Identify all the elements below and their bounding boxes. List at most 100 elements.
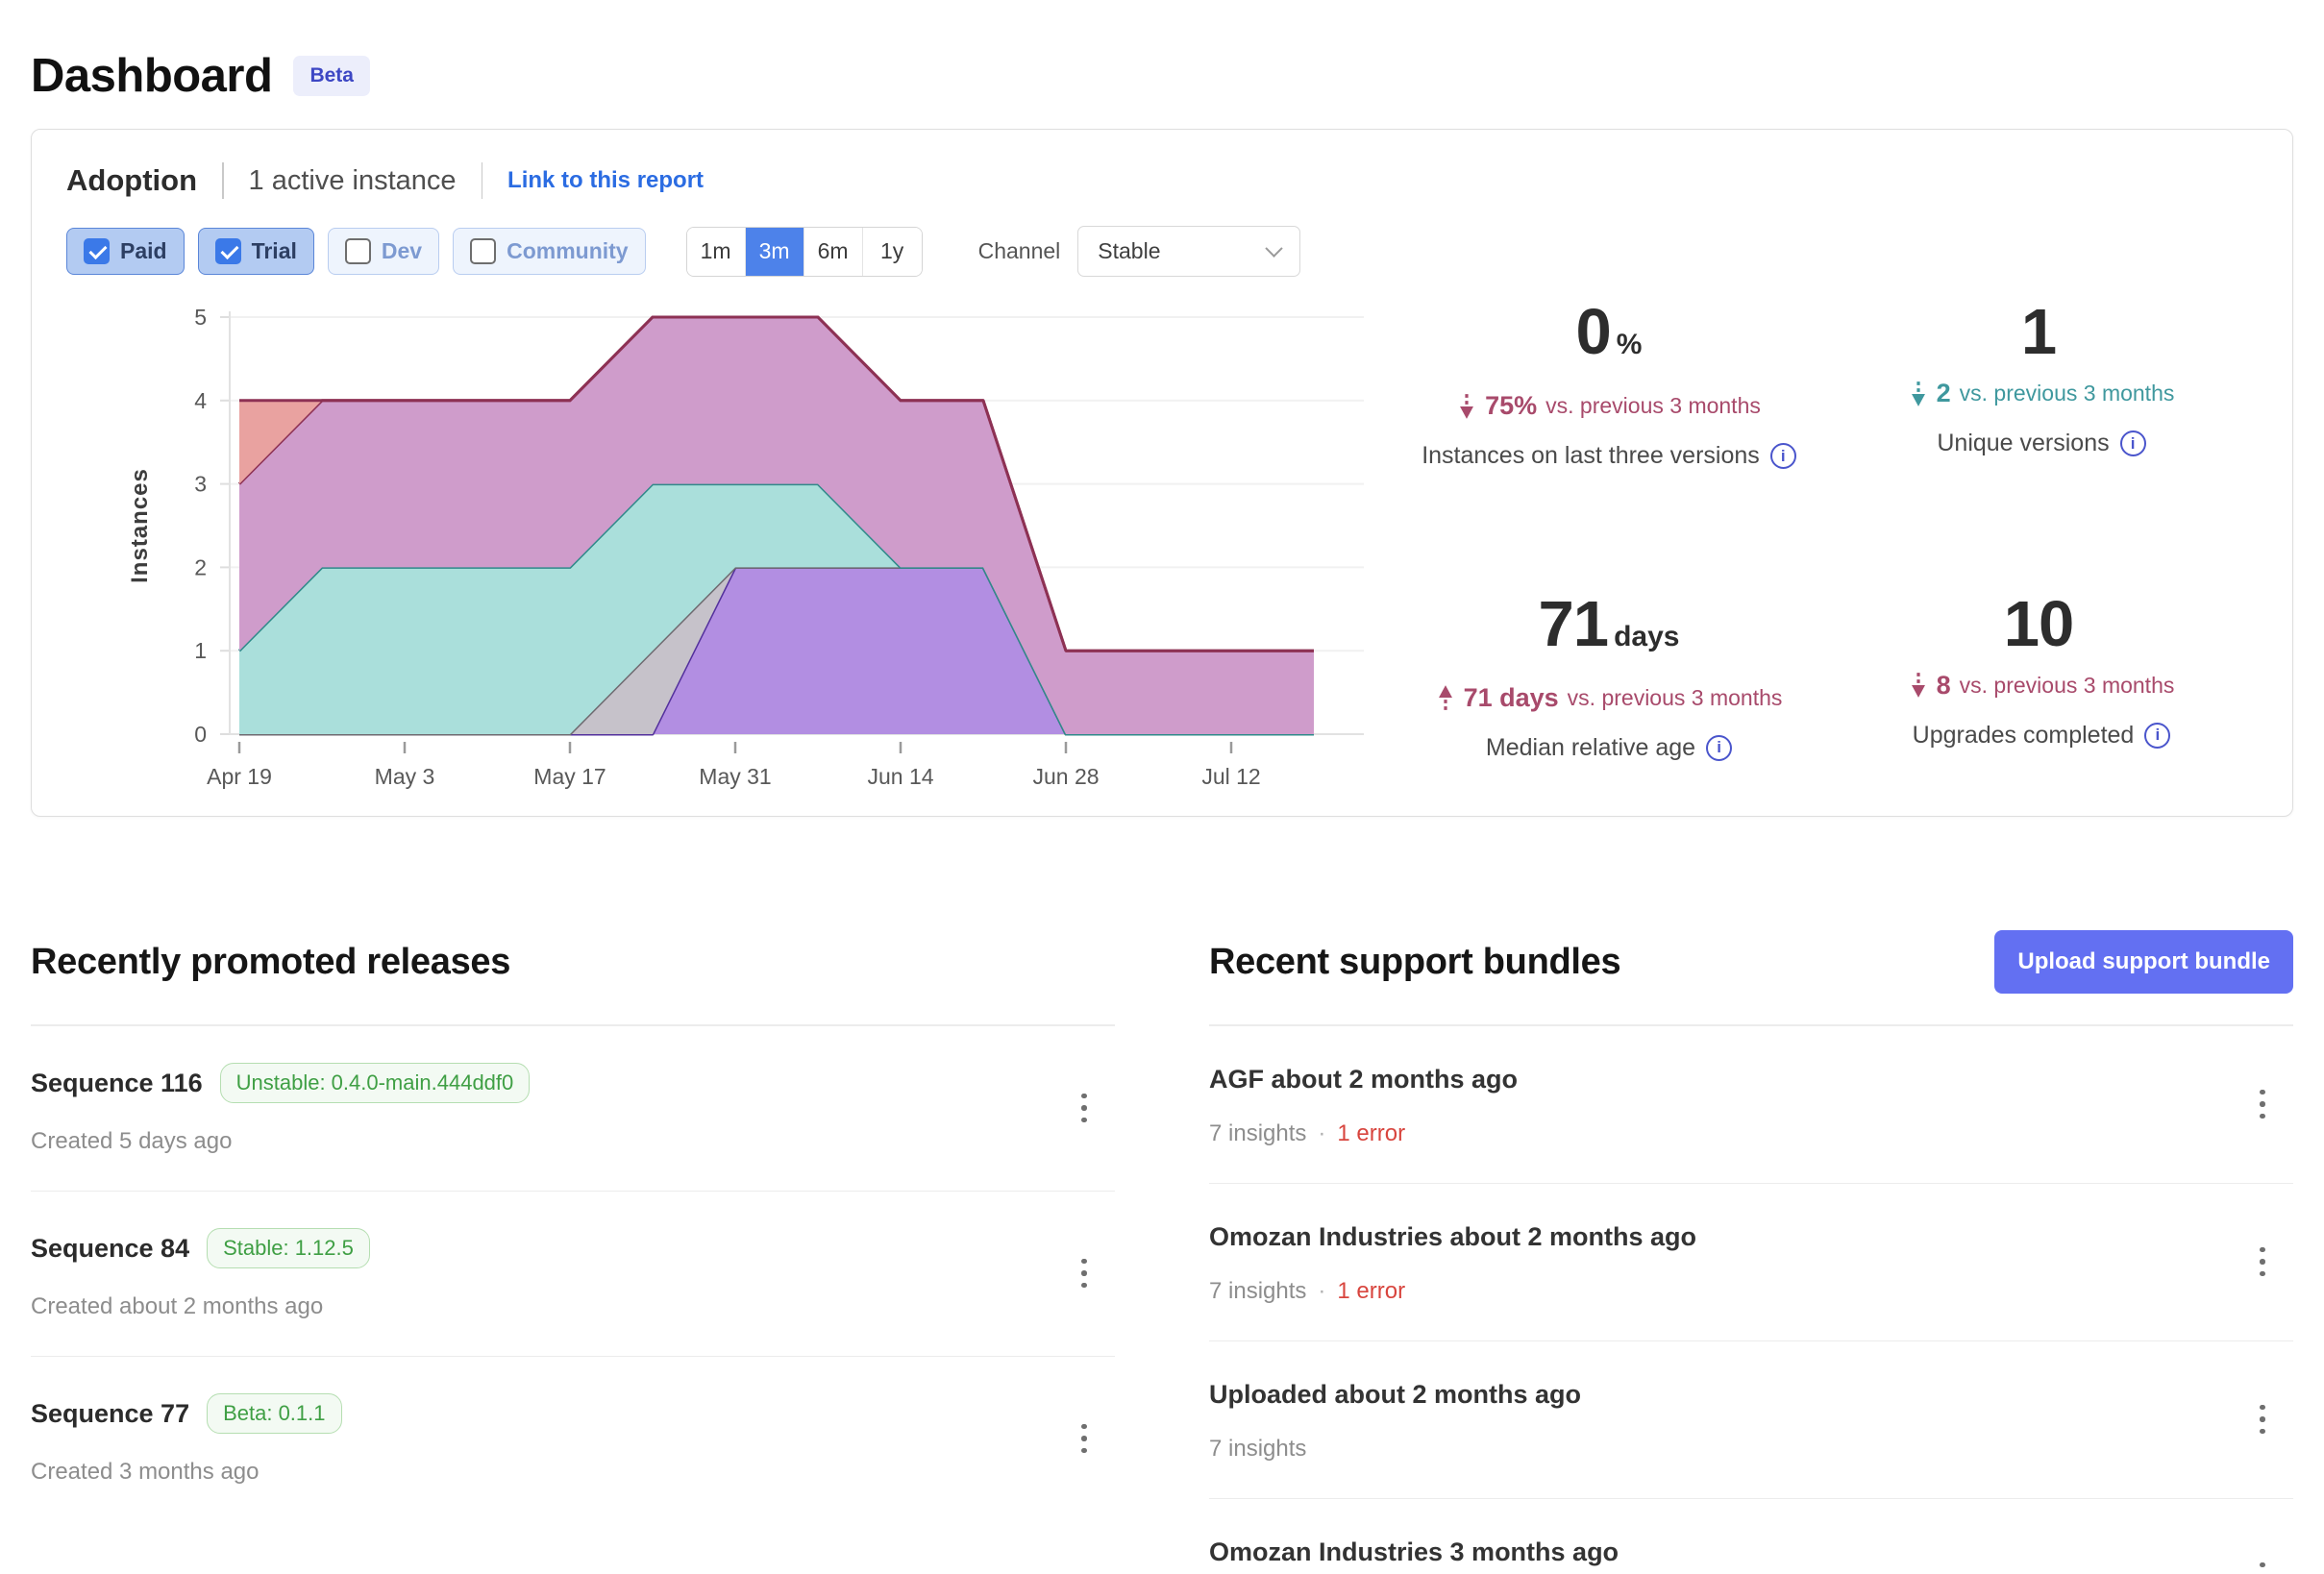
stat-delta: 2vs. previous 3 months (1825, 379, 2258, 408)
stat-value: 71days (1393, 590, 1825, 672)
stat-delta: 8vs. previous 3 months (1825, 671, 2258, 701)
filter-chip-dev[interactable]: Dev (328, 228, 439, 275)
link-to-report[interactable]: Link to this report (507, 167, 704, 194)
adoption-chart-area: 012345Apr 19May 3May 17May 31Jun 14Jun 2… (66, 290, 1393, 799)
filter-chip-community[interactable]: Community (453, 228, 646, 275)
bundles-header: Recent support bundles Upload support bu… (1209, 930, 2293, 994)
filter-chip-label: Community (507, 238, 629, 264)
filter-chip-label: Paid (120, 238, 167, 264)
bundle-error-wrap: ·1 error (1306, 1278, 1405, 1305)
filter-chip-trial[interactable]: Trial (198, 228, 314, 275)
release-version-badge: Stable: 1.12.5 (207, 1228, 370, 1268)
adoption-chart: 012345Apr 19May 3May 17May 31Jun 14Jun 2… (66, 290, 1393, 794)
channel-select[interactable]: Stable (1077, 226, 1300, 277)
release-created: Created 5 days ago (31, 1128, 1115, 1155)
bundle-error-wrap: ·1 error (1306, 1120, 1405, 1147)
page-title: Dashboard (31, 49, 272, 103)
checkbox-icon (470, 238, 496, 264)
stat-delta: 71 daysvs. previous 3 months (1393, 683, 1825, 713)
bundle-title: AGF about 2 months ago (1209, 1063, 1518, 1095)
lower-columns: Recently promoted releases Sequence 116 … (31, 930, 2293, 1574)
releases-section: Recently promoted releases Sequence 116 … (31, 930, 1115, 1574)
time-range-3m[interactable]: 3m (746, 228, 804, 276)
kebab-menu-button[interactable] (2243, 1550, 2282, 1574)
release-version-badge: Unstable: 0.4.0-main.444ddf0 (220, 1063, 531, 1103)
adoption-controls: Paid Trial Dev Community 1m 3m 6m (66, 226, 2258, 277)
kebab-menu-button[interactable] (1065, 1081, 1103, 1135)
svg-text:May 17: May 17 (533, 764, 606, 789)
time-range-6m[interactable]: 6m (804, 228, 863, 276)
release-row[interactable]: Sequence 84 Stable: 1.12.5 Created about… (31, 1192, 1115, 1357)
bundle-row[interactable]: Omozan Industries about 2 months ago 7 i… (1209, 1184, 2293, 1341)
svg-text:Jul 12: Jul 12 (1201, 764, 1260, 789)
svg-text:Jun 28: Jun 28 (1032, 764, 1099, 789)
info-icon[interactable]: i (1706, 735, 1732, 761)
svg-text:2: 2 (194, 554, 207, 579)
filter-chip-paid[interactable]: Paid (66, 228, 185, 275)
down-arrow-icon (1909, 671, 1928, 700)
bundle-title: Uploaded about 2 months ago (1209, 1378, 1581, 1411)
chevron-down-icon (1266, 239, 1283, 257)
checkbox-icon (215, 238, 241, 264)
release-row[interactable]: Sequence 77 Beta: 0.1.1 Created 3 months… (31, 1357, 1115, 1521)
kebab-menu-button[interactable] (1065, 1412, 1103, 1465)
filter-chip-label: Trial (252, 238, 297, 264)
channel-label: Channel (978, 238, 1061, 264)
bundle-row[interactable]: AGF about 2 months ago 7 insights ·1 err… (1209, 1026, 2293, 1184)
kebab-menu-button[interactable] (2243, 1235, 2282, 1289)
svg-text:Jun 14: Jun 14 (867, 764, 933, 789)
license-filter-chips: Paid Trial Dev Community (66, 228, 646, 275)
release-row[interactable]: Sequence 116 Unstable: 0.4.0-main.444ddf… (31, 1026, 1115, 1192)
adoption-body: 012345Apr 19May 3May 17May 31Jun 14Jun 2… (66, 290, 2258, 799)
kebab-menu-button[interactable] (2243, 1392, 2282, 1446)
release-title: Sequence 77 (31, 1397, 189, 1430)
svg-text:May 3: May 3 (375, 764, 435, 789)
divider (482, 162, 483, 199)
bundles-heading: Recent support bundles (1209, 942, 1620, 983)
stat-value: 1 (1825, 298, 2258, 367)
release-created: Created about 2 months ago (31, 1293, 1115, 1320)
info-icon[interactable]: i (2144, 723, 2170, 749)
time-range-selector: 1m 3m 6m 1y (686, 227, 923, 277)
stat-label: Median relative age i (1393, 734, 1825, 762)
stat-median-relative-age: 71days 71 daysvs. previous 3 months Medi… (1393, 590, 1825, 799)
bundle-row[interactable]: Uploaded about 2 months ago 7 insights · (1209, 1341, 2293, 1499)
releases-heading: Recently promoted releases (31, 942, 510, 983)
kebab-menu-button[interactable] (2243, 1077, 2282, 1131)
adoption-stats: 0% 75%vs. previous 3 months Instances on… (1393, 290, 2258, 799)
kebab-menu-button[interactable] (1065, 1246, 1103, 1300)
stat-value: 10 (1825, 590, 2258, 659)
stat-instances-last-three-versions: 0% 75%vs. previous 3 months Instances on… (1393, 298, 1825, 507)
bundle-insights: 7 insights (1209, 1120, 1306, 1147)
time-range-1m[interactable]: 1m (687, 228, 746, 276)
release-title: Sequence 84 (31, 1232, 189, 1265)
stat-unique-versions: 1 2vs. previous 3 months Unique versions… (1825, 298, 2258, 507)
bundle-row[interactable]: Omozan Industries 3 months ago 7 insight… (1209, 1499, 2293, 1574)
svg-text:May 31: May 31 (699, 764, 771, 789)
svg-text:Instances: Instances (127, 468, 153, 583)
dashboard-page: Dashboard Beta Adoption 1 active instanc… (0, 0, 2324, 1574)
filter-chip-label: Dev (382, 238, 422, 264)
adoption-card: Adoption 1 active instance Link to this … (31, 129, 2293, 817)
svg-text:0: 0 (194, 722, 207, 747)
checkbox-icon (84, 238, 110, 264)
stat-value: 0% (1393, 298, 1825, 380)
stat-label: Unique versions i (1825, 430, 2258, 457)
stat-label: Upgrades completed i (1825, 722, 2258, 750)
bundle-title: Omozan Industries about 2 months ago (1209, 1220, 1696, 1253)
adoption-card-header: Adoption 1 active instance Link to this … (66, 162, 2258, 199)
release-version-badge: Beta: 0.1.1 (207, 1393, 341, 1434)
info-icon[interactable]: i (2120, 430, 2146, 456)
channel-select-value: Stable (1098, 238, 1160, 264)
adoption-title: Adoption (66, 163, 197, 198)
upload-support-bundle-button[interactable]: Upload support bundle (1994, 930, 2293, 994)
down-arrow-icon (1457, 392, 1476, 421)
time-range-1y[interactable]: 1y (863, 228, 922, 276)
stat-upgrades-completed: 10 8vs. previous 3 months Upgrades compl… (1825, 590, 2258, 799)
beta-badge: Beta (293, 56, 370, 96)
active-instance-count: 1 active instance (249, 165, 457, 197)
svg-text:3: 3 (194, 472, 207, 497)
info-icon[interactable]: i (1770, 443, 1796, 469)
bundle-title: Omozan Industries 3 months ago (1209, 1536, 1619, 1568)
svg-text:4: 4 (194, 388, 207, 413)
